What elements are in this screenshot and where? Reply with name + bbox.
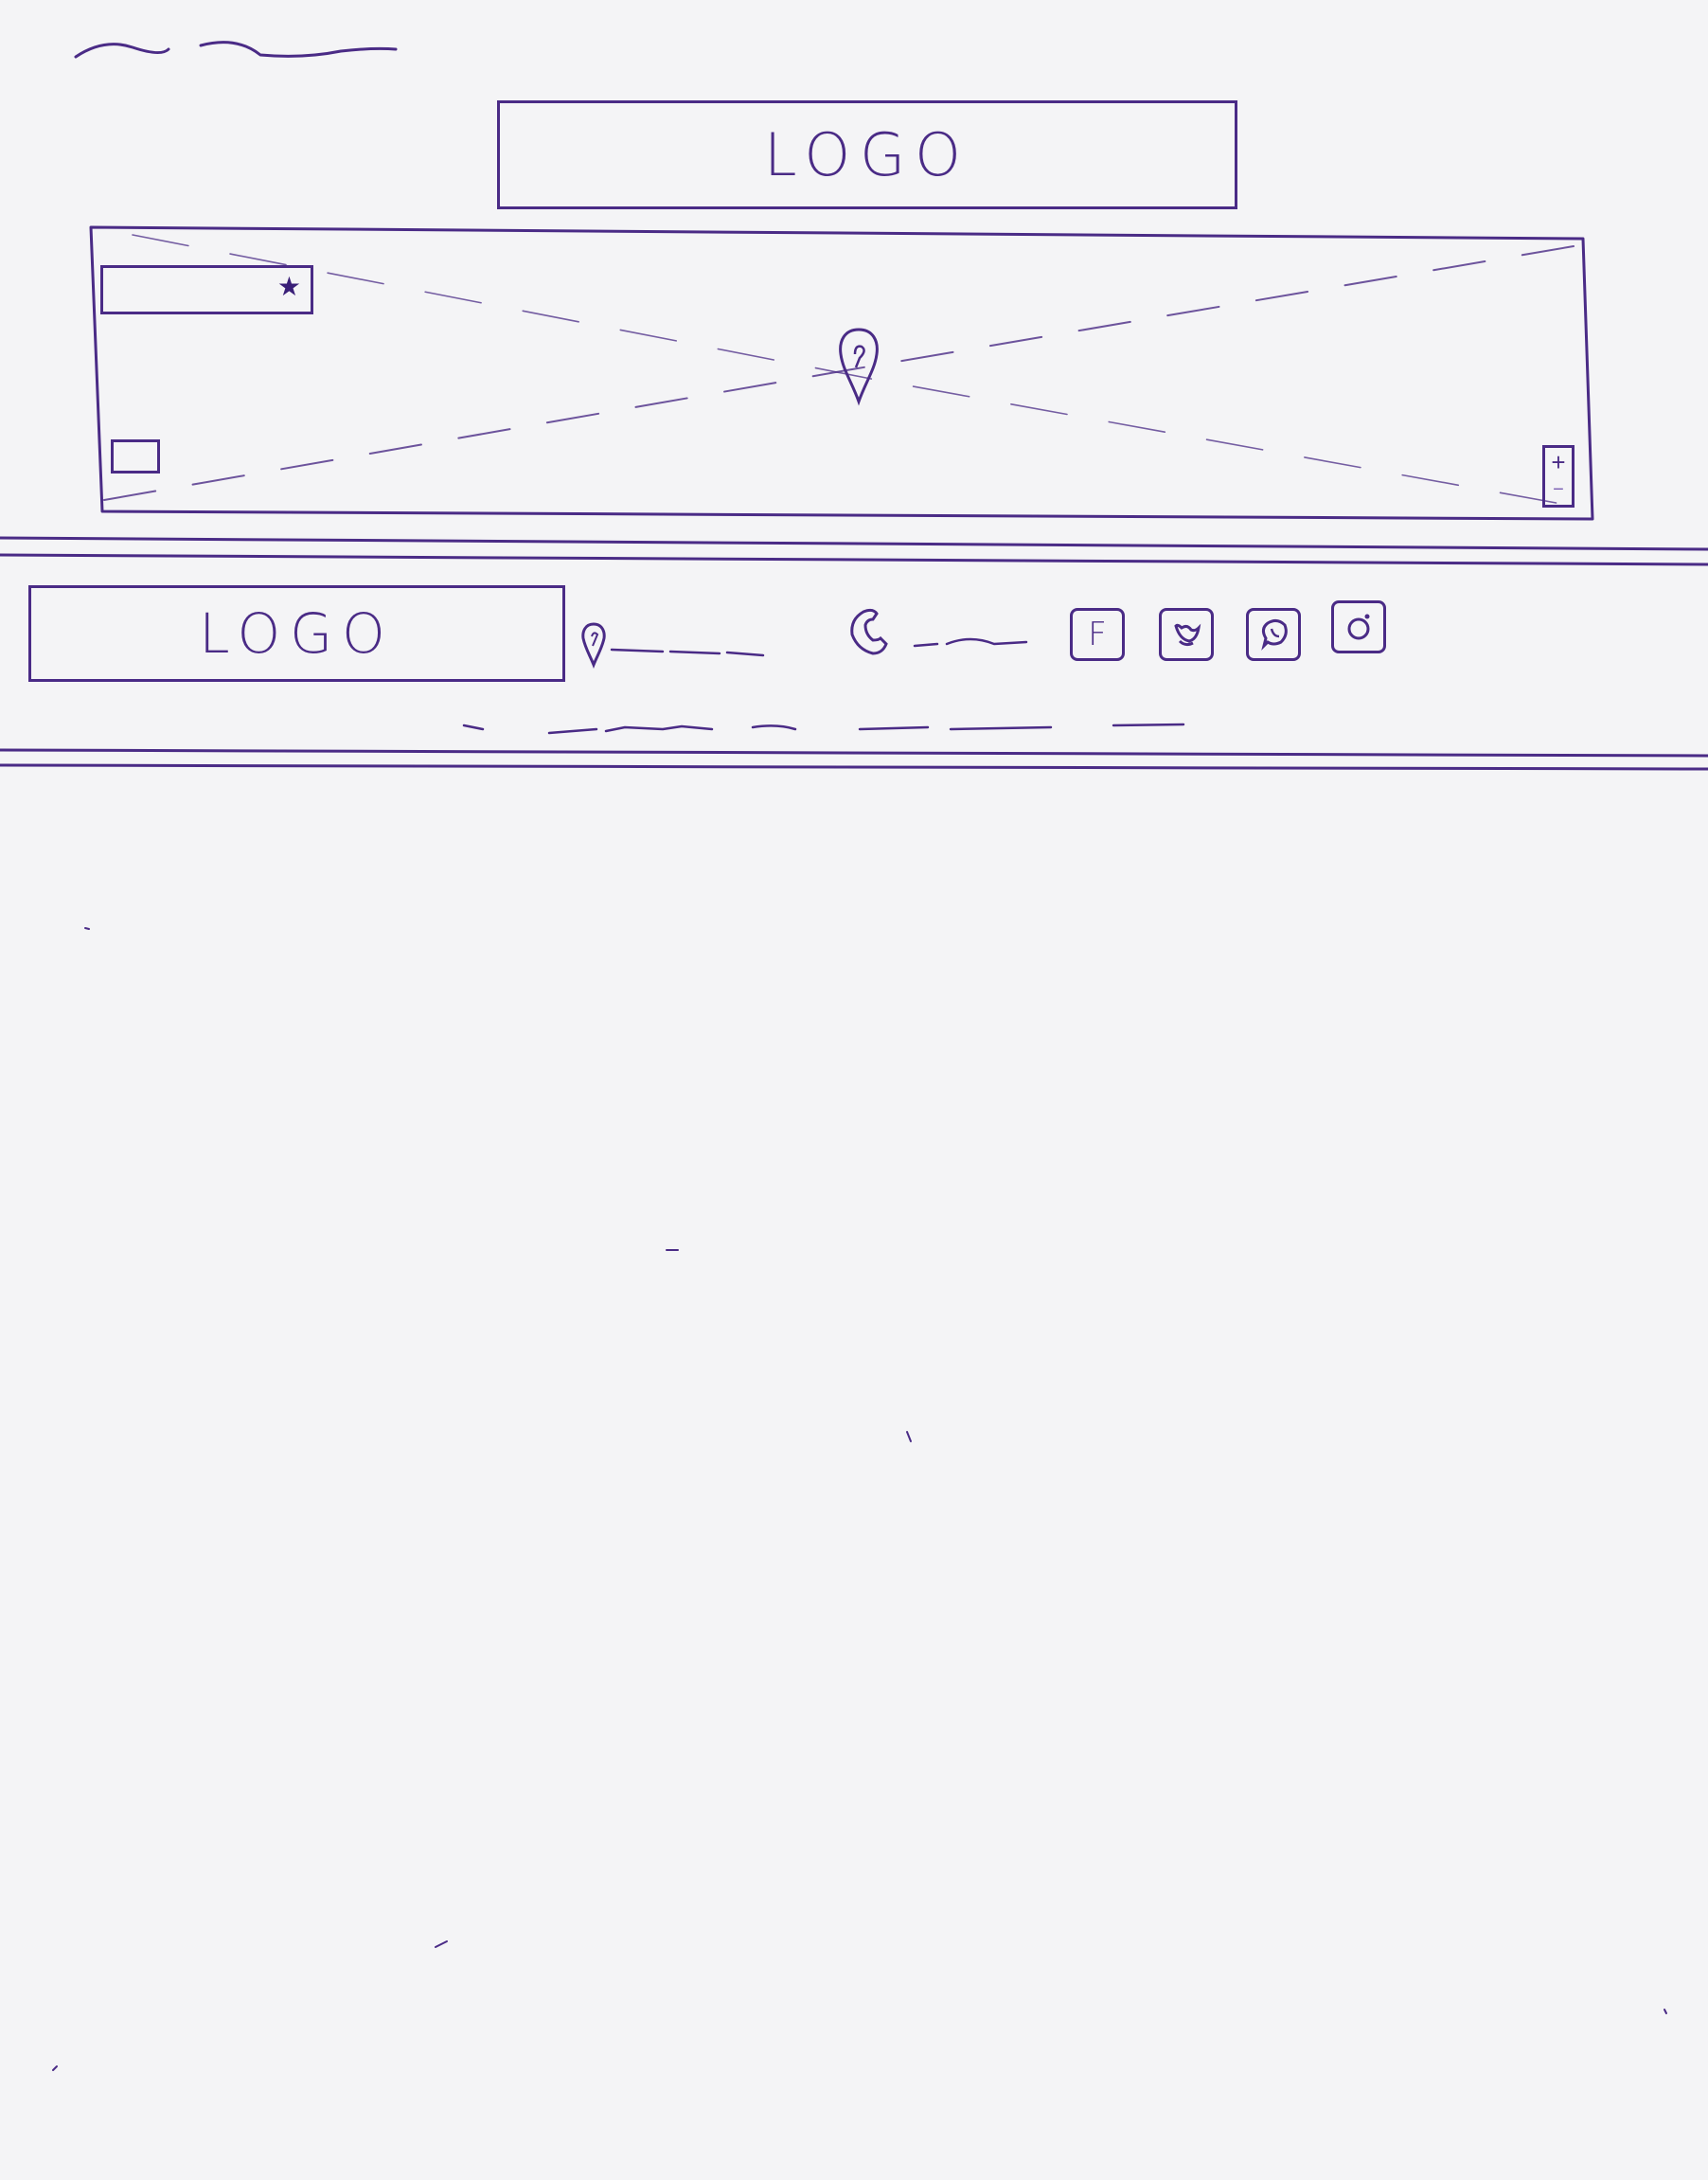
footer-logo[interactable]: LOGO bbox=[28, 585, 565, 682]
footer-address-text bbox=[610, 648, 765, 657]
header-logo[interactable]: LOGO bbox=[497, 100, 1237, 209]
top-nav-squiggle bbox=[74, 41, 398, 59]
twitter-icon[interactable] bbox=[1159, 608, 1214, 661]
map-layer-toggle[interactable] bbox=[111, 439, 160, 474]
map-zoom-control: + − bbox=[1542, 445, 1575, 508]
paper-speck bbox=[52, 2065, 58, 2071]
header-logo-text: LOGO bbox=[764, 120, 970, 189]
section-separator-top bbox=[0, 536, 1708, 566]
paper-speck bbox=[84, 927, 90, 930]
facebook-letter: F bbox=[1088, 616, 1107, 653]
zoom-in-button[interactable]: + bbox=[1545, 450, 1572, 474]
paper-speck bbox=[1664, 2009, 1667, 2014]
whatsapp-glyph bbox=[1261, 618, 1288, 651]
footer-logo-text: LOGO bbox=[199, 601, 395, 666]
paper-speck bbox=[435, 1940, 448, 1948]
map-pin-icon[interactable] bbox=[833, 326, 884, 407]
instagram-glyph bbox=[1347, 614, 1370, 640]
map-pin-icon bbox=[581, 622, 606, 669]
footer-phone-text bbox=[913, 637, 1028, 648]
map-search-input[interactable]: ★ bbox=[100, 265, 313, 314]
instagram-icon[interactable] bbox=[1331, 600, 1386, 653]
footer-separator bbox=[0, 748, 1708, 771]
whatsapp-icon[interactable] bbox=[1246, 608, 1301, 661]
footer-copyright-text bbox=[462, 723, 1185, 735]
facebook-icon[interactable]: F bbox=[1070, 608, 1125, 661]
twitter-bird-glyph bbox=[1174, 623, 1201, 647]
star-icon[interactable]: ★ bbox=[277, 274, 301, 300]
phone-icon bbox=[850, 608, 888, 655]
paper-speck bbox=[906, 1431, 912, 1442]
zoom-out-button[interactable]: − bbox=[1545, 480, 1572, 499]
